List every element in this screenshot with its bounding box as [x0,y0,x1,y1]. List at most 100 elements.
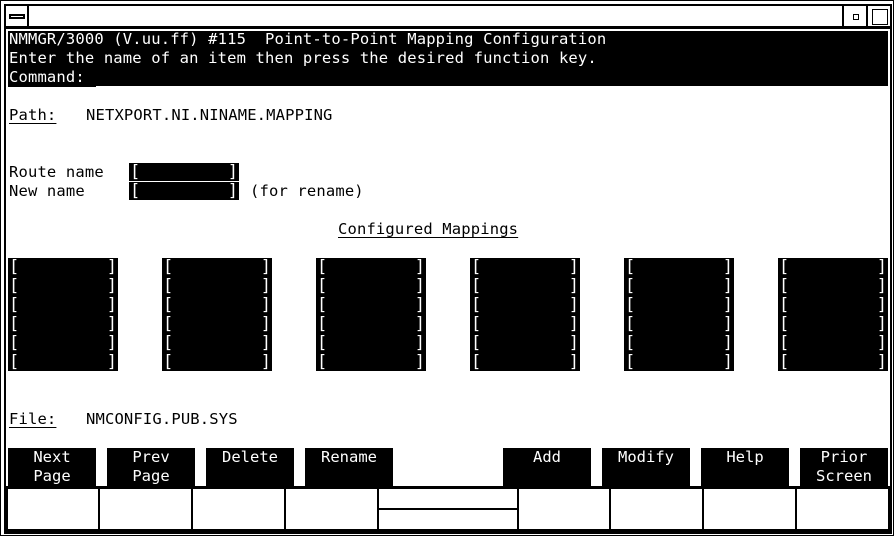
mapping-entry-field[interactable]: [] [316,277,426,296]
bracket-open: [ [625,295,636,315]
bracket-close: ] [260,333,271,353]
mapping-entry-field[interactable]: [] [8,334,118,353]
mapping-column: [][][][][][] [470,258,580,371]
function-key-label-line1: Help [726,448,764,466]
softkey-slot[interactable] [702,489,795,529]
mapping-entry-field[interactable]: [] [778,277,888,296]
mapping-entry-field[interactable]: [] [778,353,888,372]
command-label: Command: [9,68,85,86]
mapping-entry-field[interactable]: [] [470,315,580,334]
mapping-entry-field[interactable]: [] [8,277,118,296]
route-name-field[interactable]: [ ] [129,163,239,181]
bracket-close: ] [722,352,733,372]
softkey-slot[interactable] [609,489,702,529]
mapping-entry-field[interactable]: [] [470,334,580,353]
bracket-close: ] [414,295,425,315]
mapping-entry-field[interactable]: [] [778,296,888,315]
bracket-close: ] [722,276,733,296]
mapping-entry-field[interactable]: [] [8,315,118,334]
bracket-open: [ [779,257,790,277]
bracket-open: [ [625,276,636,296]
bracket-open: [ [471,333,482,353]
bracket-close: ] [722,333,733,353]
mapping-entry-field[interactable]: [] [162,334,272,353]
bracket-close: ] [414,276,425,296]
command-underline [96,86,888,88]
titlebar[interactable] [29,6,842,26]
mapping-entry-field[interactable]: [] [162,258,272,277]
mapping-entry-field[interactable]: [] [470,277,580,296]
mapping-entry-field[interactable]: [] [778,258,888,277]
mapping-entry-field[interactable]: [] [470,353,580,372]
mapping-entry-field[interactable]: [] [316,258,426,277]
bracket-open: [ [9,333,20,353]
minimize-divider [842,4,844,28]
maximize-icon[interactable] [872,9,888,25]
softkey-slot[interactable] [6,489,98,529]
softkey-slot[interactable] [517,489,609,529]
mapping-entry-field[interactable]: [] [8,258,118,277]
mapping-entry-field[interactable]: [] [8,353,118,372]
mapping-entry-field[interactable]: [] [162,315,272,334]
bracket-close: ] [568,295,579,315]
mapping-entry-field[interactable]: [] [624,296,734,315]
rename-key[interactable]: Rename [305,448,393,486]
softkey-slot[interactable] [795,489,888,529]
mapping-entry-field[interactable]: [] [316,296,426,315]
titlebar-divider [4,26,892,29]
minimize-icon[interactable] [853,14,859,20]
mapping-entry-field[interactable]: [] [470,296,580,315]
bracket-open: [ [471,295,482,315]
path-label: Path: [9,106,57,124]
bracket-close: ] [106,352,117,372]
mapping-entry-field[interactable]: [] [162,353,272,372]
function-key-label-line1: Rename [321,448,377,466]
bracket-close: ] [414,352,425,372]
softkey-slot[interactable] [98,489,191,529]
softkey-slot[interactable] [284,489,377,529]
bracket-close: ] [722,295,733,315]
bracket-open: [ [163,352,174,372]
softkey-slot[interactable] [191,489,284,529]
function-key-label-line1: Add [533,448,561,466]
bracket-open: [ [9,314,20,334]
prev-page-key[interactable]: Prev Page [107,448,195,486]
mapping-entry-field[interactable]: [] [624,277,734,296]
delete-key[interactable]: Delete [206,448,294,486]
mapping-entry-field[interactable]: [] [778,334,888,353]
mapping-entry-field[interactable]: [] [624,258,734,277]
command-input[interactable] [96,68,888,87]
softkey-slot-divider [379,508,517,510]
bracket-close: ] [876,314,887,334]
system-menu-icon[interactable] [9,14,25,19]
bracket-open: [ [317,352,328,372]
help-key[interactable]: Help [701,448,789,486]
mapping-entry-field[interactable]: [] [162,277,272,296]
mapping-entry-field[interactable]: [] [316,353,426,372]
mapping-entry-field[interactable]: [] [624,353,734,372]
route-name-label: Route name [9,163,104,181]
bracket-open: [ [163,314,174,334]
add-key[interactable]: Add [503,448,591,486]
bracket-close: ] [876,257,887,277]
prior-screen-key[interactable]: Prior Screen [800,448,888,486]
mapping-entry-field[interactable]: [] [624,334,734,353]
new-name-field[interactable]: [ ] [129,182,239,200]
next-page-key[interactable]: Next Page [8,448,96,486]
mapping-entry-field[interactable]: [] [162,296,272,315]
mapping-entry-field[interactable]: [] [778,315,888,334]
new-name-label: New name [9,182,85,200]
mapping-entry-field[interactable]: [] [470,258,580,277]
function-key-label-line2: Page [33,467,71,485]
softkey-slot[interactable] [377,489,517,529]
bracket-open: [ [9,276,20,296]
bracket-open: [ [163,333,174,353]
bracket-close: ] [106,314,117,334]
mapping-entry-field[interactable]: [] [624,315,734,334]
bracket-open: [ [130,181,141,201]
mapping-entry-field[interactable]: [] [316,315,426,334]
mapping-entry-field[interactable]: [] [8,296,118,315]
bracket-close: ] [227,162,238,182]
modify-key[interactable]: Modify [602,448,690,486]
mapping-entry-field[interactable]: [] [316,334,426,353]
